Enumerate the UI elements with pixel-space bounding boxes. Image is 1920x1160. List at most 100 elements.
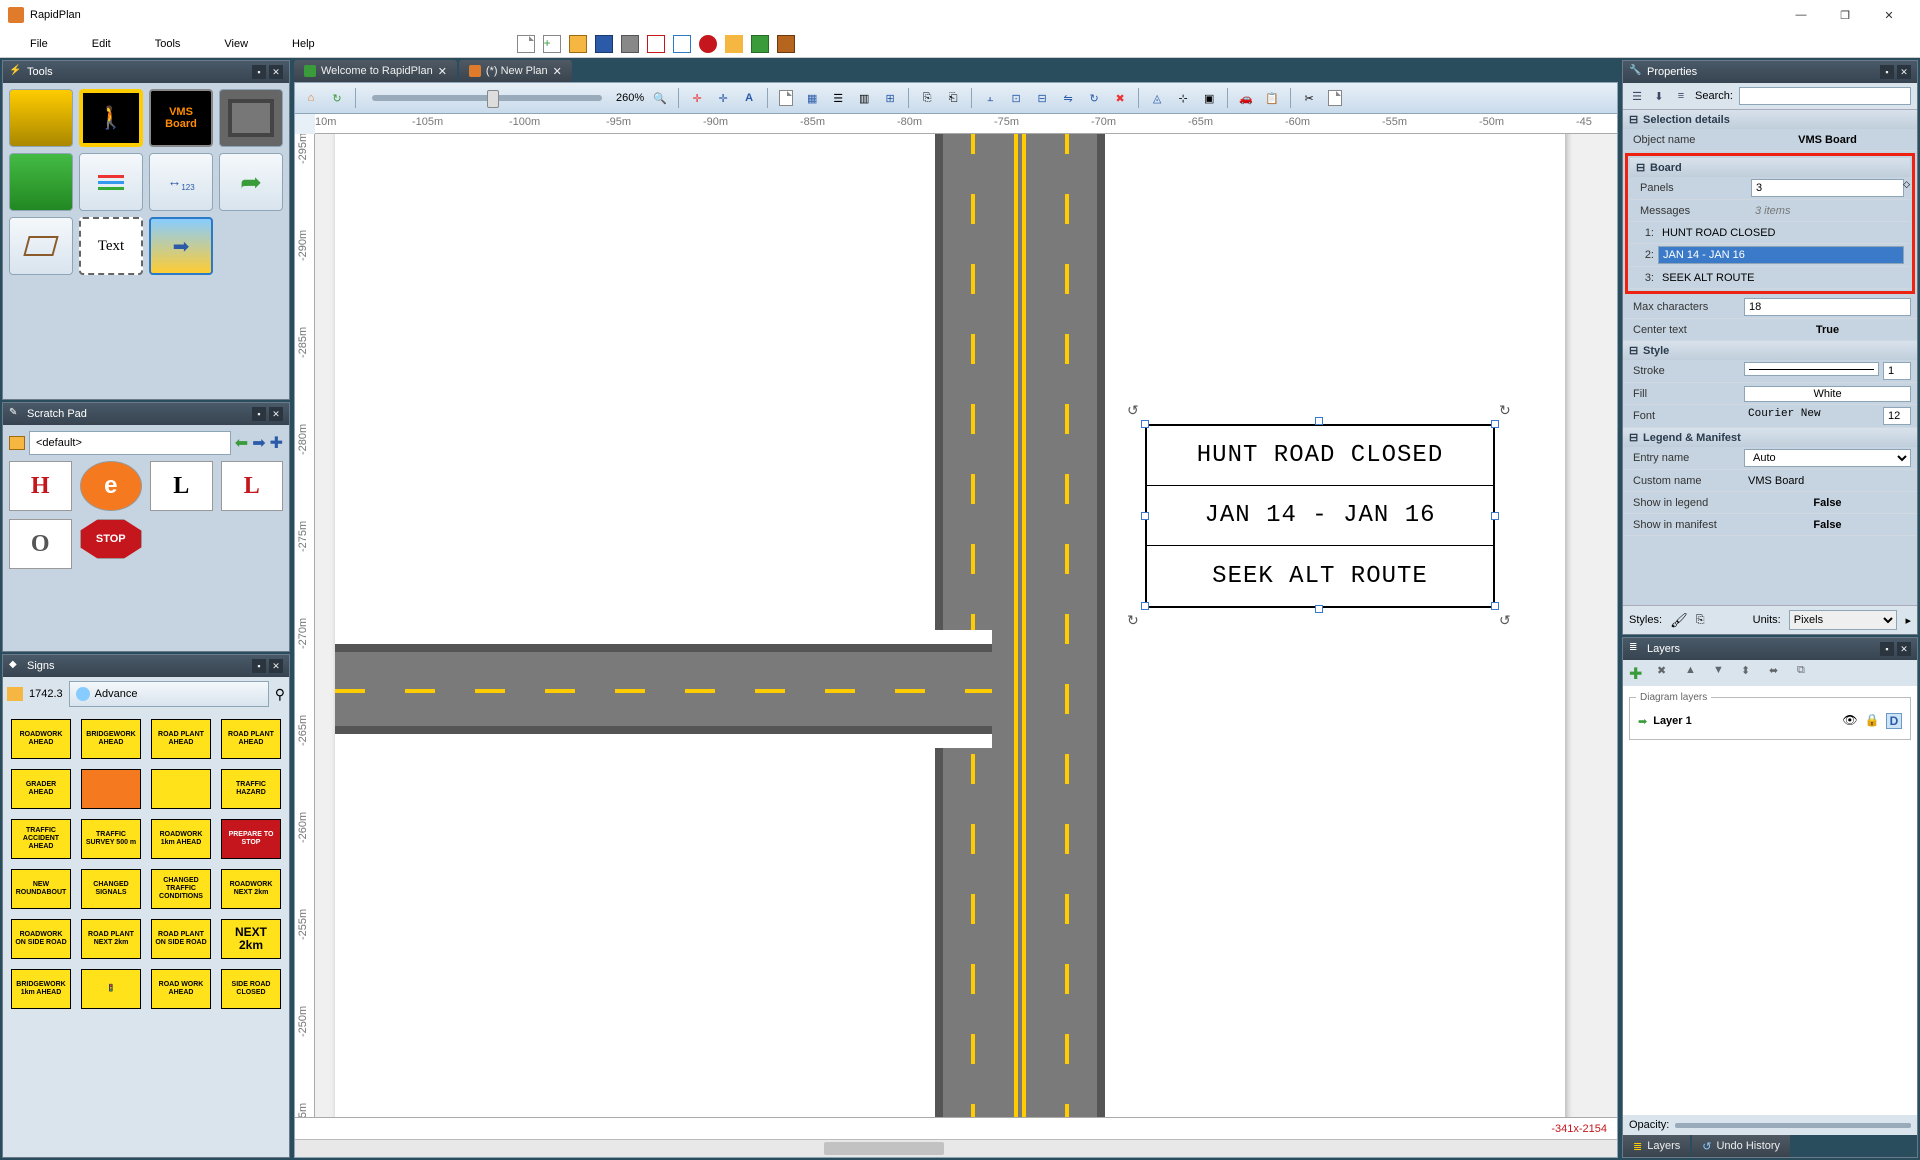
panel-close-button[interactable]: ✕ [269, 659, 283, 673]
ungroup-button[interactable]: ⊟ [1032, 88, 1052, 108]
signs-search-button[interactable]: ⚲ [275, 686, 285, 703]
stroke-preview[interactable] [1744, 362, 1879, 376]
tool-shape[interactable] [9, 217, 73, 275]
panel-pin-button[interactable]: ▪ [252, 659, 266, 673]
panel-pin-button[interactable]: ▪ [252, 407, 266, 421]
sign-item[interactable]: TRAFFIC ACCIDENT AHEAD [11, 819, 71, 859]
visibility-icon[interactable]: 👁 [1842, 713, 1858, 729]
font-value[interactable]: Courier New [1744, 407, 1879, 425]
message-3[interactable]: SEEK ALT ROUTE [1658, 271, 1904, 285]
group-button[interactable]: ⊡ [1006, 88, 1026, 108]
rotate-button[interactable]: ↻ [1084, 88, 1104, 108]
show-legend-value[interactable]: False [1744, 497, 1911, 509]
menu-edit[interactable]: Edit [70, 34, 133, 54]
show-manifest-value[interactable]: False [1744, 519, 1911, 531]
layer-row[interactable]: ➡ Layer 1 👁 🔒 D [1636, 711, 1904, 731]
sign-item[interactable]: ROADWORK NEXT 2km [221, 869, 281, 909]
layer-add-button[interactable]: ✚ [1629, 664, 1647, 682]
sign-item[interactable]: ROAD PLANT NEXT 2km [81, 919, 141, 959]
list-button[interactable]: ☰ [828, 88, 848, 108]
exit-icon[interactable] [777, 35, 795, 53]
sign-item[interactable]: BRIDGEWORK 1km AHEAD [11, 969, 71, 1009]
layer-flatten-button[interactable]: ⬌ [1769, 664, 1787, 682]
selection-handle[interactable] [1141, 420, 1149, 428]
sign-item[interactable]: ROAD PLANT AHEAD [151, 719, 211, 759]
style-copy-icon[interactable]: ⎘ [1696, 614, 1705, 627]
selection-handle[interactable] [1141, 512, 1149, 520]
tool-road-section[interactable] [219, 89, 283, 147]
signs-library-combo[interactable]: Advance [69, 681, 269, 707]
delete-icon[interactable] [699, 35, 717, 53]
maxchars-input[interactable] [1744, 298, 1911, 316]
menu-help[interactable]: Help [270, 34, 337, 54]
stroke-width-input[interactable] [1883, 362, 1911, 380]
options-icon[interactable] [751, 35, 769, 53]
sign-item[interactable]: GRADER AHEAD [11, 769, 71, 809]
opacity-slider[interactable] [1675, 1123, 1911, 1128]
sign-item[interactable]: ROADWORK ON SIDE ROAD [11, 919, 71, 959]
tab-welcome[interactable]: Welcome to RapidPlan✕ [294, 60, 457, 82]
units-select[interactable]: Pixels [1789, 610, 1898, 630]
rotate-handle-icon[interactable]: ↺ [1499, 612, 1511, 629]
tool-image[interactable]: ➡ [149, 217, 213, 275]
menu-file[interactable]: File [8, 34, 70, 54]
tool-legend[interactable] [9, 153, 73, 211]
message-2-input[interactable] [1658, 246, 1904, 264]
sign-item[interactable]: ROADWORK 1km AHEAD [151, 819, 211, 859]
tool-vms-board[interactable]: VMSBoard [149, 89, 213, 147]
vms-board-object[interactable]: HUNT ROAD CLOSED JAN 14 - JAN 16 SEEK AL… [1145, 424, 1495, 608]
tool-dimension[interactable]: ↔123 [149, 153, 213, 211]
units-help-icon[interactable]: ▸ [1905, 614, 1911, 627]
sign-item[interactable]: CHANGED TRAFFIC CONDITIONS [151, 869, 211, 909]
selection-handle[interactable] [1491, 512, 1499, 520]
scratch-item[interactable]: e [80, 461, 143, 511]
layer-delete-button[interactable]: ✖ [1657, 664, 1675, 682]
sign-item[interactable]: NEW ROUNDABOUT [11, 869, 71, 909]
tool-pedestrian-sign[interactable] [79, 89, 143, 147]
new-template-icon[interactable]: + [543, 35, 561, 53]
zoom-slider[interactable] [372, 95, 602, 101]
tool-arrow[interactable]: ➦ [219, 153, 283, 211]
sign-item[interactable]: NEXT 2km [221, 919, 281, 959]
panel-close-button[interactable]: ✕ [1897, 65, 1911, 79]
text-button[interactable]: A [739, 88, 759, 108]
maximize-button[interactable]: ❐ [1826, 9, 1864, 22]
scratch-item[interactable]: L [150, 461, 213, 511]
selection-handle[interactable] [1491, 602, 1499, 610]
horizontal-scrollbar[interactable] [295, 1139, 1617, 1157]
scratch-item-stop[interactable]: STOP [80, 519, 143, 559]
minimize-button[interactable]: — [1782, 9, 1820, 22]
sign-item[interactable]: PREPARE TO STOP [221, 819, 281, 859]
sign-item[interactable]: SIDE ROAD CLOSED [221, 969, 281, 1009]
search-input[interactable] [1739, 87, 1911, 105]
layer-down-button[interactable]: ▼ [1713, 664, 1731, 682]
lock-icon[interactable]: 🔒 [1864, 713, 1880, 729]
page-button[interactable] [776, 88, 796, 108]
flip-button[interactable]: ⇋ [1058, 88, 1078, 108]
sign-item[interactable]: 🚦 [81, 969, 141, 1009]
open-icon[interactable] [569, 35, 587, 53]
crosshair-button[interactable]: ✛ [687, 88, 707, 108]
close-button[interactable]: ✕ [1870, 9, 1908, 22]
sign-item[interactable]: TRAFFIC HAZARD [221, 769, 281, 809]
print-icon[interactable] [621, 35, 639, 53]
center-text-value[interactable]: True [1744, 324, 1911, 336]
sign-item[interactable]: ROAD WORK AHEAD [151, 969, 211, 1009]
panel-close-button[interactable]: ✕ [269, 407, 283, 421]
prop-view1-icon[interactable]: ☰ [1629, 88, 1645, 104]
wizard-icon[interactable] [725, 35, 743, 53]
panel-close-button[interactable]: ✕ [1897, 642, 1911, 656]
sign-item[interactable]: CHANGED SIGNALS [81, 869, 141, 909]
rotate-handle-icon[interactable]: ↻ [1499, 402, 1511, 419]
sign-item[interactable]: ROADWORK AHEAD [11, 719, 71, 759]
panel-close-button[interactable]: ✕ [269, 65, 283, 79]
style-brush-icon[interactable]: 🖌 [1670, 612, 1688, 629]
rotate-handle-icon[interactable]: ↺ [1127, 402, 1139, 419]
layer-badge-icon[interactable]: D [1886, 713, 1902, 729]
rotate-handle-icon[interactable]: ↻ [1127, 612, 1139, 629]
scratch-item[interactable]: H [9, 461, 72, 511]
sign-item[interactable]: TRAFFIC SURVEY 500 m [81, 819, 141, 859]
scratch-next-button[interactable]: ➡ [252, 433, 265, 453]
menu-view[interactable]: View [202, 34, 270, 54]
scratch-prev-button[interactable]: ⬅ [235, 433, 248, 453]
